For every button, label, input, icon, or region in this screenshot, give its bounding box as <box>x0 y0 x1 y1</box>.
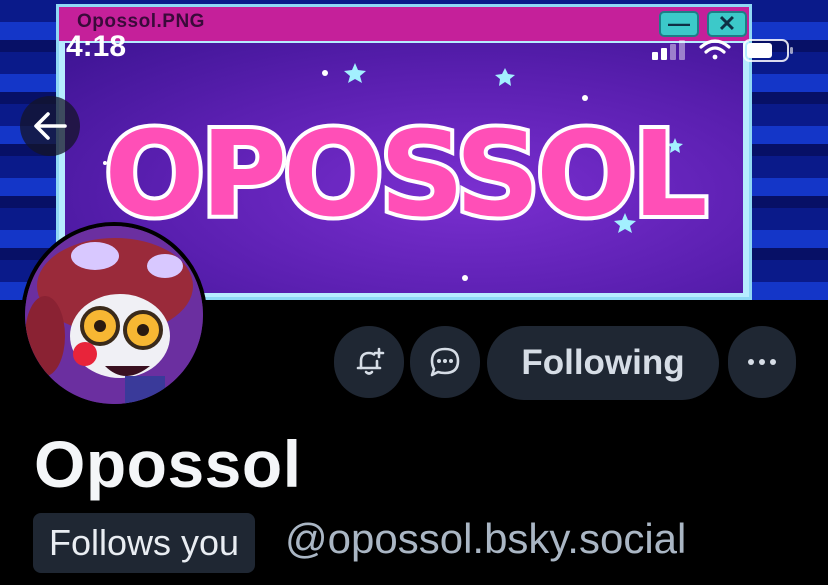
minimize-icon: — <box>659 11 699 37</box>
back-button[interactable] <box>20 96 80 156</box>
close-icon: ✕ <box>707 11 747 37</box>
bell-plus-icon <box>356 347 385 375</box>
status-time: 4:18 <box>66 30 127 63</box>
avatar-illustration <box>25 226 203 404</box>
banner-logo-text: OPOSSOL <box>104 105 704 243</box>
arrow-left-icon <box>34 112 67 140</box>
close-glyph: ✕ <box>717 11 737 36</box>
more-options-button[interactable] <box>728 326 796 398</box>
minimize-glyph: — <box>668 11 690 36</box>
avatar[interactable] <box>21 222 207 408</box>
notify-button[interactable] <box>334 326 404 398</box>
banner-window-titlebar: Opossol.PNG — ✕ <box>59 7 749 41</box>
ellipsis-icon <box>748 359 776 365</box>
follows-you-badge: Follows you <box>33 513 256 573</box>
status-indicators <box>650 36 800 66</box>
cellular-signal-icon <box>652 40 685 60</box>
profile-handle: @opossol.bsky.social <box>285 515 687 562</box>
wifi-icon <box>699 39 731 60</box>
battery-icon <box>743 39 793 62</box>
display-name: Opossol <box>34 427 302 501</box>
following-button[interactable]: Following <box>487 326 719 400</box>
message-button[interactable] <box>410 326 480 398</box>
chat-bubble-icon <box>430 347 460 377</box>
